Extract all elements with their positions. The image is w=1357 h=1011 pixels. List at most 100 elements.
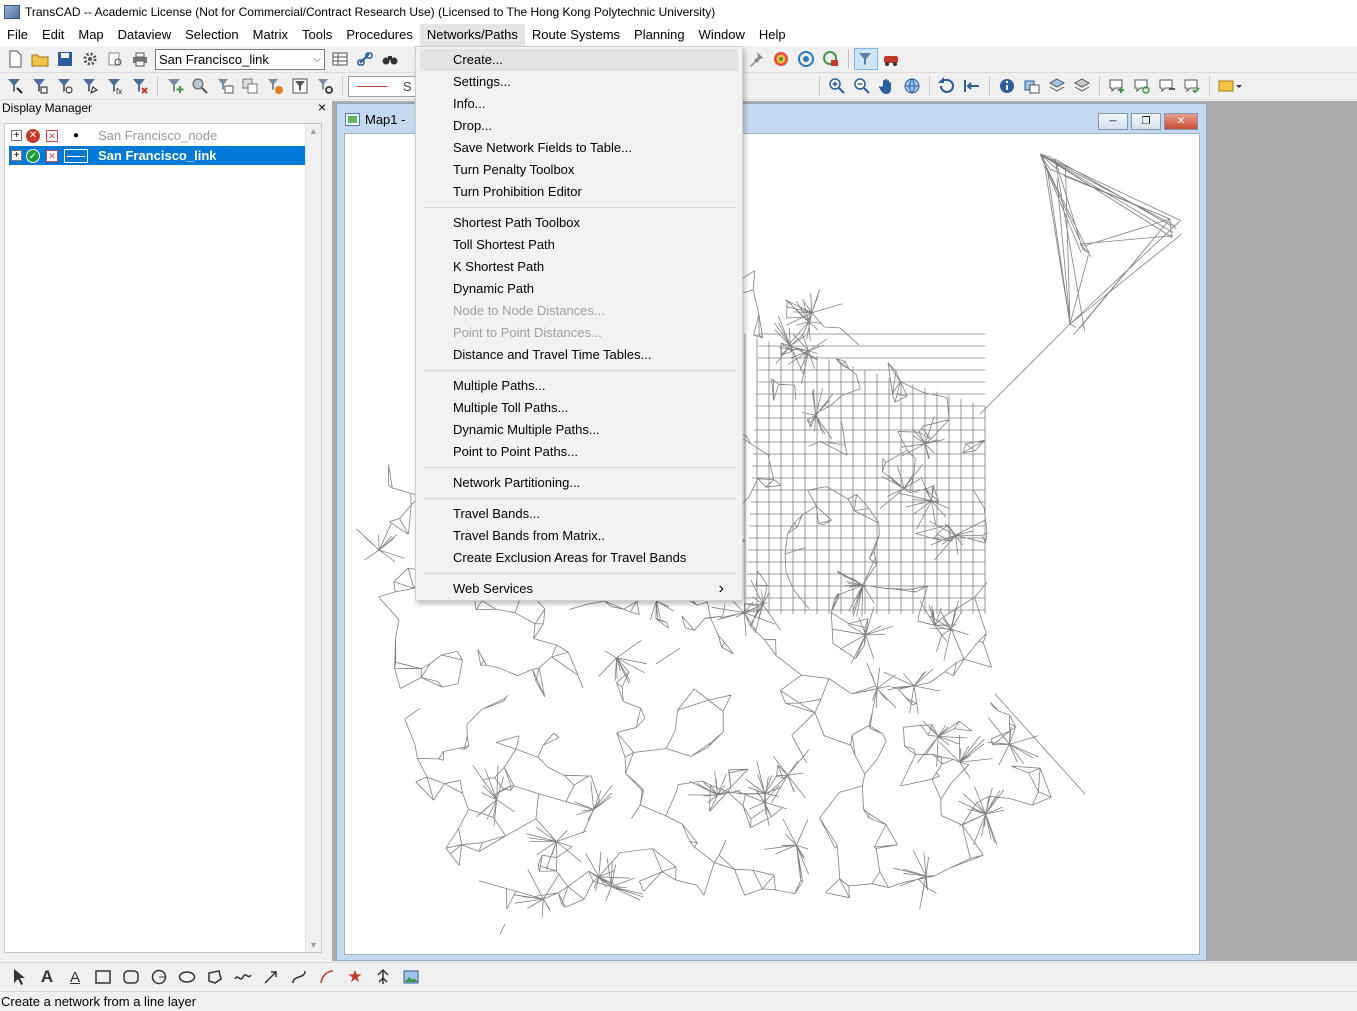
menu-file[interactable]: File [0, 24, 35, 46]
scroll-down-arrow[interactable]: ▼ [306, 940, 321, 950]
ellipse-tool-icon[interactable] [174, 965, 200, 989]
print-icon[interactable] [128, 48, 152, 70]
layer-lock-icon[interactable]: ✕ [46, 129, 58, 142]
pointer-tool-icon[interactable] [6, 965, 32, 989]
minimize-button[interactable]: ─ [1098, 113, 1128, 130]
binoculars-icon[interactable] [378, 48, 402, 70]
curve-tool-icon[interactable] [286, 965, 312, 989]
menu-procedures[interactable]: Procedures [339, 24, 419, 46]
filter-color-icon[interactable] [263, 75, 287, 97]
menu-window[interactable]: Window [692, 24, 752, 46]
layer-dropdown[interactable]: San Francisco_link ⌵ [155, 48, 325, 70]
menu-item-settings[interactable]: Settings... [420, 71, 738, 93]
filter-dataview-icon[interactable] [288, 75, 312, 97]
close-window-button[interactable]: ✕ [1164, 113, 1198, 130]
dataview-table-icon[interactable] [328, 48, 352, 70]
arrow-tool-icon[interactable] [258, 965, 284, 989]
select-circle-filter-icon[interactable] [53, 75, 77, 97]
text-tool-icon[interactable]: A [34, 965, 60, 989]
layer-lock-icon[interactable]: ✕ [46, 149, 58, 162]
vehicle-route-icon[interactable] [879, 48, 903, 70]
menu-item-create[interactable]: Create... [420, 49, 738, 71]
menu-item-travel-bands-from-matrix[interactable]: Travel Bands from Matrix.. [420, 525, 738, 547]
save-icon[interactable] [53, 48, 77, 70]
menu-item-point-to-point-paths[interactable]: Point to Point Paths... [420, 441, 738, 463]
scroll-up-arrow[interactable]: ▲ [306, 124, 321, 136]
annotation-check-icon[interactable] [1180, 75, 1204, 97]
new-file-icon[interactable] [3, 48, 27, 70]
menu-item-drop[interactable]: Drop... [420, 115, 738, 137]
legend-dropdown-icon[interactable] [1215, 75, 1245, 97]
image-tool-icon[interactable] [398, 965, 424, 989]
copy-filter-icon[interactable] [238, 75, 262, 97]
north-arrow-tool-icon[interactable] [370, 965, 396, 989]
hidden-layer-icon[interactable]: ✕ [26, 128, 40, 143]
menu-item-turn-penalty-toolbox[interactable]: Turn Penalty Toolbox [420, 159, 738, 181]
menu-item-k-shortest-path[interactable]: K Shortest Path [420, 256, 738, 278]
layers-edit-icon[interactable] [1070, 75, 1094, 97]
menu-item-turn-prohibition-editor[interactable]: Turn Prohibition Editor [420, 181, 738, 203]
annotation-search-icon[interactable] [1130, 75, 1154, 97]
add-annotation-icon[interactable] [1105, 75, 1129, 97]
visible-layer-icon[interactable]: ✓ [26, 148, 40, 163]
circle-tool-icon[interactable] [146, 965, 172, 989]
curved-text-tool-icon[interactable]: A [62, 965, 88, 989]
menu-help[interactable]: Help [752, 24, 793, 46]
menu-selection[interactable]: Selection [178, 24, 245, 46]
menu-item-toll-shortest-path[interactable]: Toll Shortest Path [420, 234, 738, 256]
menu-tools[interactable]: Tools [295, 24, 339, 46]
color-theme-icon[interactable] [769, 48, 793, 70]
layers-stack-icon[interactable] [1045, 75, 1069, 97]
info-icon[interactable] [995, 75, 1019, 97]
menu-item-multiple-paths[interactable]: Multiple Paths... [420, 375, 738, 397]
expand-icon[interactable]: + [11, 150, 22, 161]
layer-row-node[interactable]: + ✕ ✕ ● San Francisco_node [9, 126, 305, 145]
menu-item-travel-bands[interactable]: Travel Bands... [420, 503, 738, 525]
network-select-icon[interactable] [854, 48, 878, 70]
menu-item-distance-and-travel-time-tables[interactable]: Distance and Travel Time Tables... [420, 344, 738, 366]
zoom-out-icon[interactable] [850, 75, 874, 97]
select-pointer-filter-icon[interactable] [3, 75, 27, 97]
annotation-remove-icon[interactable] [1155, 75, 1179, 97]
menu-item-network-partitioning[interactable]: Network Partitioning... [420, 472, 738, 494]
layer-info-icon[interactable] [1020, 75, 1044, 97]
add-filter-icon[interactable] [163, 75, 187, 97]
menu-dataview[interactable]: Dataview [111, 24, 178, 46]
menu-item-shortest-path-toolbox[interactable]: Shortest Path Toolbox [420, 212, 738, 234]
menu-item-create-exclusion-areas-for-travel-bands[interactable]: Create Exclusion Areas for Travel Bands [420, 547, 738, 569]
menu-route-systems[interactable]: Route Systems [525, 24, 627, 46]
arc-tool-icon[interactable] [314, 965, 340, 989]
target-icon[interactable] [794, 48, 818, 70]
freehand-tool-icon[interactable] [230, 965, 256, 989]
pan-hand-icon[interactable] [875, 75, 899, 97]
link-icon[interactable] [353, 48, 377, 70]
rectangle-tool-icon[interactable] [90, 965, 116, 989]
menu-item-info[interactable]: Info... [420, 93, 738, 115]
filter-settings-icon[interactable] [313, 75, 337, 97]
menu-item-save-network-fields-to-table[interactable]: Save Network Fields to Table... [420, 137, 738, 159]
pin-icon[interactable] [744, 48, 768, 70]
zoom-extent-icon[interactable] [960, 75, 984, 97]
search-icon[interactable] [188, 75, 212, 97]
layer-row-link[interactable]: + ✓ ✕ San Francisco_link [9, 146, 305, 165]
star-tool-icon[interactable]: ★ [342, 965, 368, 989]
menu-map[interactable]: Map [71, 24, 110, 46]
menu-edit[interactable]: Edit [35, 24, 71, 46]
menu-item-dynamic-path[interactable]: Dynamic Path [420, 278, 738, 300]
select-polygon-filter-icon[interactable] [78, 75, 102, 97]
menu-planning[interactable]: Planning [627, 24, 692, 46]
expand-icon[interactable]: + [11, 130, 22, 141]
menu-matrix[interactable]: Matrix [246, 24, 295, 46]
zoom-in-icon[interactable] [825, 75, 849, 97]
layer-list-scrollbar[interactable]: ▲ ▼ [305, 124, 321, 952]
restore-button[interactable]: ❐ [1131, 113, 1161, 130]
open-folder-icon[interactable] [28, 48, 52, 70]
settings-gear-icon[interactable] [78, 48, 102, 70]
menu-item-dynamic-multiple-paths[interactable]: Dynamic Multiple Paths... [420, 419, 738, 441]
map-check-icon[interactable] [819, 48, 843, 70]
filter-table-icon[interactable] [213, 75, 237, 97]
polygon-tool-icon[interactable] [202, 965, 228, 989]
menu-item-multiple-toll-paths[interactable]: Multiple Toll Paths... [420, 397, 738, 419]
display-manager-close-button[interactable]: × [318, 100, 326, 116]
menu-networks-paths[interactable]: Networks/Paths [419, 24, 525, 46]
